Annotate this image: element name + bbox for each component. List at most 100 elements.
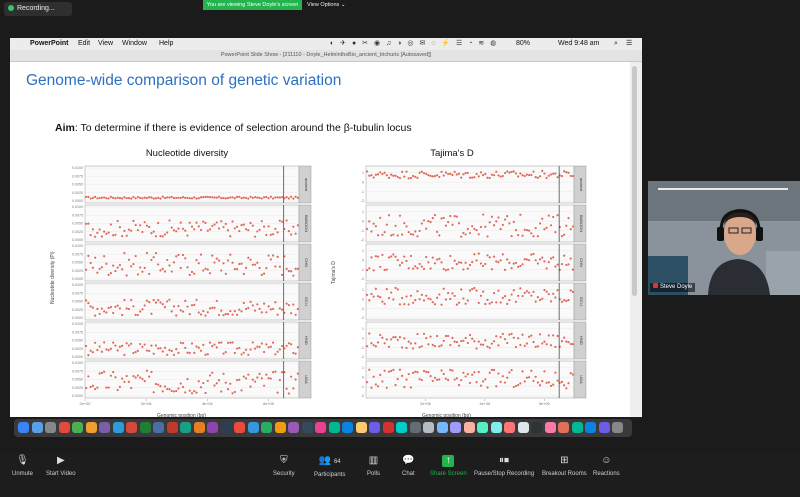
dock-app-icon[interactable] (612, 422, 623, 433)
dock-app-icon[interactable] (544, 422, 556, 433)
pause-stop-recording-button[interactable]: ⏸⏹ Pause/Stop Recording (474, 455, 534, 477)
breakout-rooms-button[interactable]: ⊞ Breakout Rooms (542, 455, 587, 477)
dock-app-icon[interactable] (517, 422, 529, 433)
dock-app-icon[interactable] (99, 422, 110, 433)
dock-app-icon[interactable] (369, 422, 380, 433)
dock-app-icon[interactable] (153, 422, 164, 433)
chat-button[interactable]: 💬 Chat (402, 455, 415, 477)
vertical-scrollbar[interactable] (630, 62, 642, 417)
dock-app-icon[interactable] (382, 422, 394, 433)
data-point (271, 254, 275, 257)
data-point (398, 214, 402, 217)
dock-app-icon[interactable] (328, 422, 340, 433)
dock-app-icon[interactable] (355, 422, 367, 433)
breakout-rooms-label: Breakout Rooms (542, 471, 587, 477)
dock-app-icon[interactable] (274, 422, 286, 433)
data-point (179, 309, 182, 312)
dock-app-icon[interactable] (477, 422, 488, 433)
data-point (233, 227, 236, 230)
dock-app-icon[interactable] (193, 422, 205, 433)
dock-app-icon[interactable] (396, 422, 407, 433)
dock-app-icon[interactable] (261, 422, 272, 433)
data-point (403, 255, 406, 258)
dock-app-icon[interactable] (45, 422, 56, 433)
menu-view[interactable]: View (98, 38, 113, 50)
dock-app-icon[interactable] (112, 422, 124, 433)
dock-app-icon[interactable] (220, 422, 232, 433)
data-point (91, 266, 94, 269)
dock-app-icon[interactable] (180, 422, 191, 433)
security-button[interactable]: ⛨ Security (273, 455, 295, 477)
menu-extras-icon[interactable]: ☰ (626, 38, 632, 50)
data-point (107, 306, 110, 310)
data-point (226, 312, 230, 316)
menu-edit[interactable]: Edit (78, 38, 90, 50)
dock-app-icon[interactable] (598, 422, 610, 433)
scrollbar-thumb[interactable] (632, 66, 637, 296)
y-tick-label: 0.0025 (72, 347, 83, 351)
dock-app-icon[interactable] (531, 422, 542, 433)
data-point (385, 223, 388, 226)
data-point (440, 344, 443, 347)
data-point (390, 255, 393, 258)
dock-app-icon[interactable] (490, 422, 502, 433)
polls-button[interactable]: ▥ Polls (367, 455, 380, 477)
search-icon[interactable]: ⌕ (614, 38, 618, 50)
data-point (181, 253, 185, 257)
data-point (109, 271, 113, 275)
dock-app-icon[interactable] (166, 422, 178, 433)
dock-app-icon[interactable] (247, 422, 259, 433)
dock-app-icon[interactable] (139, 422, 151, 433)
dock-app-icon[interactable] (558, 422, 569, 433)
data-point (514, 345, 518, 349)
menu-window[interactable]: Window (122, 38, 147, 50)
data-point (471, 337, 474, 340)
menu-help[interactable]: Help (159, 38, 173, 50)
pause-stop-icon: ⏸⏹ (499, 455, 510, 466)
dock-app-icon[interactable] (31, 422, 43, 433)
data-point (530, 232, 533, 235)
data-point (365, 269, 369, 272)
dock-app-icon[interactable] (585, 422, 596, 433)
dock-app-icon[interactable] (126, 422, 137, 433)
start-video-button[interactable]: ▶ Start Video (46, 455, 76, 477)
data-point (444, 269, 448, 272)
data-point (416, 290, 419, 293)
dock-app-icon[interactable] (463, 422, 475, 433)
dock-app-icon[interactable] (423, 422, 434, 433)
dock-app-icon[interactable] (234, 422, 245, 433)
dock-app-icon[interactable] (18, 422, 29, 433)
data-point (501, 332, 504, 336)
dock-app-icon[interactable] (288, 422, 299, 433)
unmute-button[interactable]: 🎙 Unmute (12, 455, 33, 477)
share-screen-button[interactable]: ↑ Share Screen (430, 455, 467, 477)
dock-app-icon[interactable] (342, 422, 353, 433)
participants-button[interactable]: 👥 64 Participants (314, 455, 345, 478)
dock-app-icon[interactable] (450, 422, 461, 433)
menu-app-name[interactable]: PowerPoint (30, 38, 69, 50)
panel-label: ECU (579, 297, 584, 306)
data-point (431, 301, 434, 304)
data-point (549, 344, 553, 347)
data-point (567, 217, 570, 220)
dock-app-icon[interactable] (436, 422, 448, 433)
dock-app-icon[interactable] (207, 422, 218, 433)
y-tick-label: 0.0050 (72, 378, 83, 382)
data-point (208, 374, 212, 377)
data-point (444, 224, 448, 227)
dock-app-icon[interactable] (315, 422, 326, 433)
reactions-button[interactable]: ☺ Reactions (593, 455, 620, 477)
data-point (195, 259, 198, 262)
dock-app-icon[interactable] (504, 422, 515, 433)
dock-app-icon[interactable] (571, 422, 583, 433)
data-point (188, 389, 191, 392)
data-point (433, 175, 437, 178)
dock-app-icon[interactable] (409, 422, 421, 433)
dock-app-icon[interactable] (85, 422, 97, 433)
dock-app-icon[interactable] (301, 422, 313, 433)
dock-app-icon[interactable] (58, 422, 70, 433)
view-options-button[interactable]: View Options ⌄ (307, 0, 345, 10)
dock-app-icon[interactable] (72, 422, 83, 433)
webcam-video[interactable]: Steve Doyle (648, 181, 800, 295)
recording-indicator[interactable]: Recording... (4, 2, 72, 16)
